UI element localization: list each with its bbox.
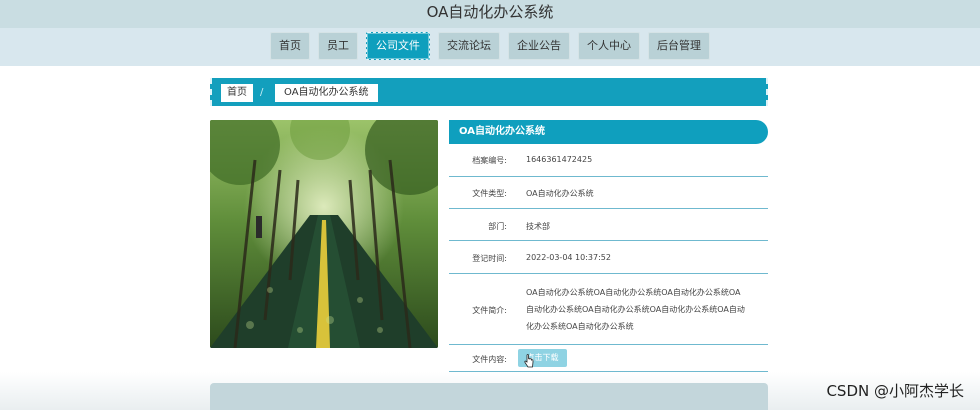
nav-item-home[interactable]: 首页 — [270, 32, 310, 60]
breadcrumb-separator: / — [260, 87, 264, 98]
site-title: OA自动化办公系统 — [426, 3, 554, 21]
detail-row-registration-time: 登记时间: 2022-03-04 10:37:52 — [449, 243, 768, 274]
detail-label: 登记时间: — [472, 254, 507, 263]
breadcrumb: 首页 / OA自动化办公系统 — [210, 78, 768, 106]
detail-value: 技术部 — [526, 222, 550, 231]
tree-lined-road-image — [210, 120, 438, 348]
watermark-text: CSDN @小阿杰学长 — [826, 382, 964, 400]
nav-item-personal-center[interactable]: 个人中心 — [578, 32, 640, 60]
bottom-section-header — [210, 383, 768, 410]
detail-row-file-type: 文件类型: OA自动化办公系统 — [449, 178, 768, 209]
nav-item-admin[interactable]: 后台管理 — [648, 32, 710, 60]
detail-row-file-summary: 文件简介: OA自动化办公系统OA自动化办公系统OA自动化办公系统OA自动化办公… — [449, 276, 768, 345]
hand-cursor-icon — [524, 354, 534, 368]
detail-label: 档案编号: — [472, 156, 507, 165]
main-nav: 首页 员工 公司文件 交流论坛 企业公告 个人中心 后台管理 — [0, 32, 980, 60]
nav-item-staff[interactable]: 员工 — [318, 32, 358, 60]
detail-row-department: 部门: 技术部 — [449, 210, 768, 241]
file-cover-image — [210, 120, 438, 348]
detail-heading: OA自动化办公系统 — [449, 120, 768, 144]
site-header: OA自动化办公系统 — [0, 0, 980, 28]
nav-item-announcements[interactable]: 企业公告 — [508, 32, 570, 60]
detail-value: OA自动化办公系统 — [526, 189, 594, 198]
detail-value: OA自动化办公系统OA自动化办公系统OA自动化办公系统OA自动化办公系统OA自动… — [526, 288, 745, 331]
nav-item-company-files[interactable]: 公司文件 — [366, 32, 430, 60]
detail-row-archive-number: 档案编号: 1646361472425 — [449, 146, 768, 177]
detail-value: 2022-03-04 10:37:52 — [526, 253, 611, 262]
detail-value: 1646361472425 — [526, 155, 593, 164]
detail-row-file-content: 文件内容: 点击下载 — [449, 346, 768, 372]
breadcrumb-home[interactable]: 首页 — [221, 84, 253, 102]
nav-item-forum[interactable]: 交流论坛 — [438, 32, 500, 60]
detail-label: 文件内容: — [472, 355, 507, 364]
detail-label: 文件简介: — [472, 306, 507, 315]
detail-label: 文件类型: — [472, 189, 507, 198]
detail-label: 部门: — [488, 222, 507, 231]
breadcrumb-current: OA自动化办公系统 — [275, 84, 378, 102]
